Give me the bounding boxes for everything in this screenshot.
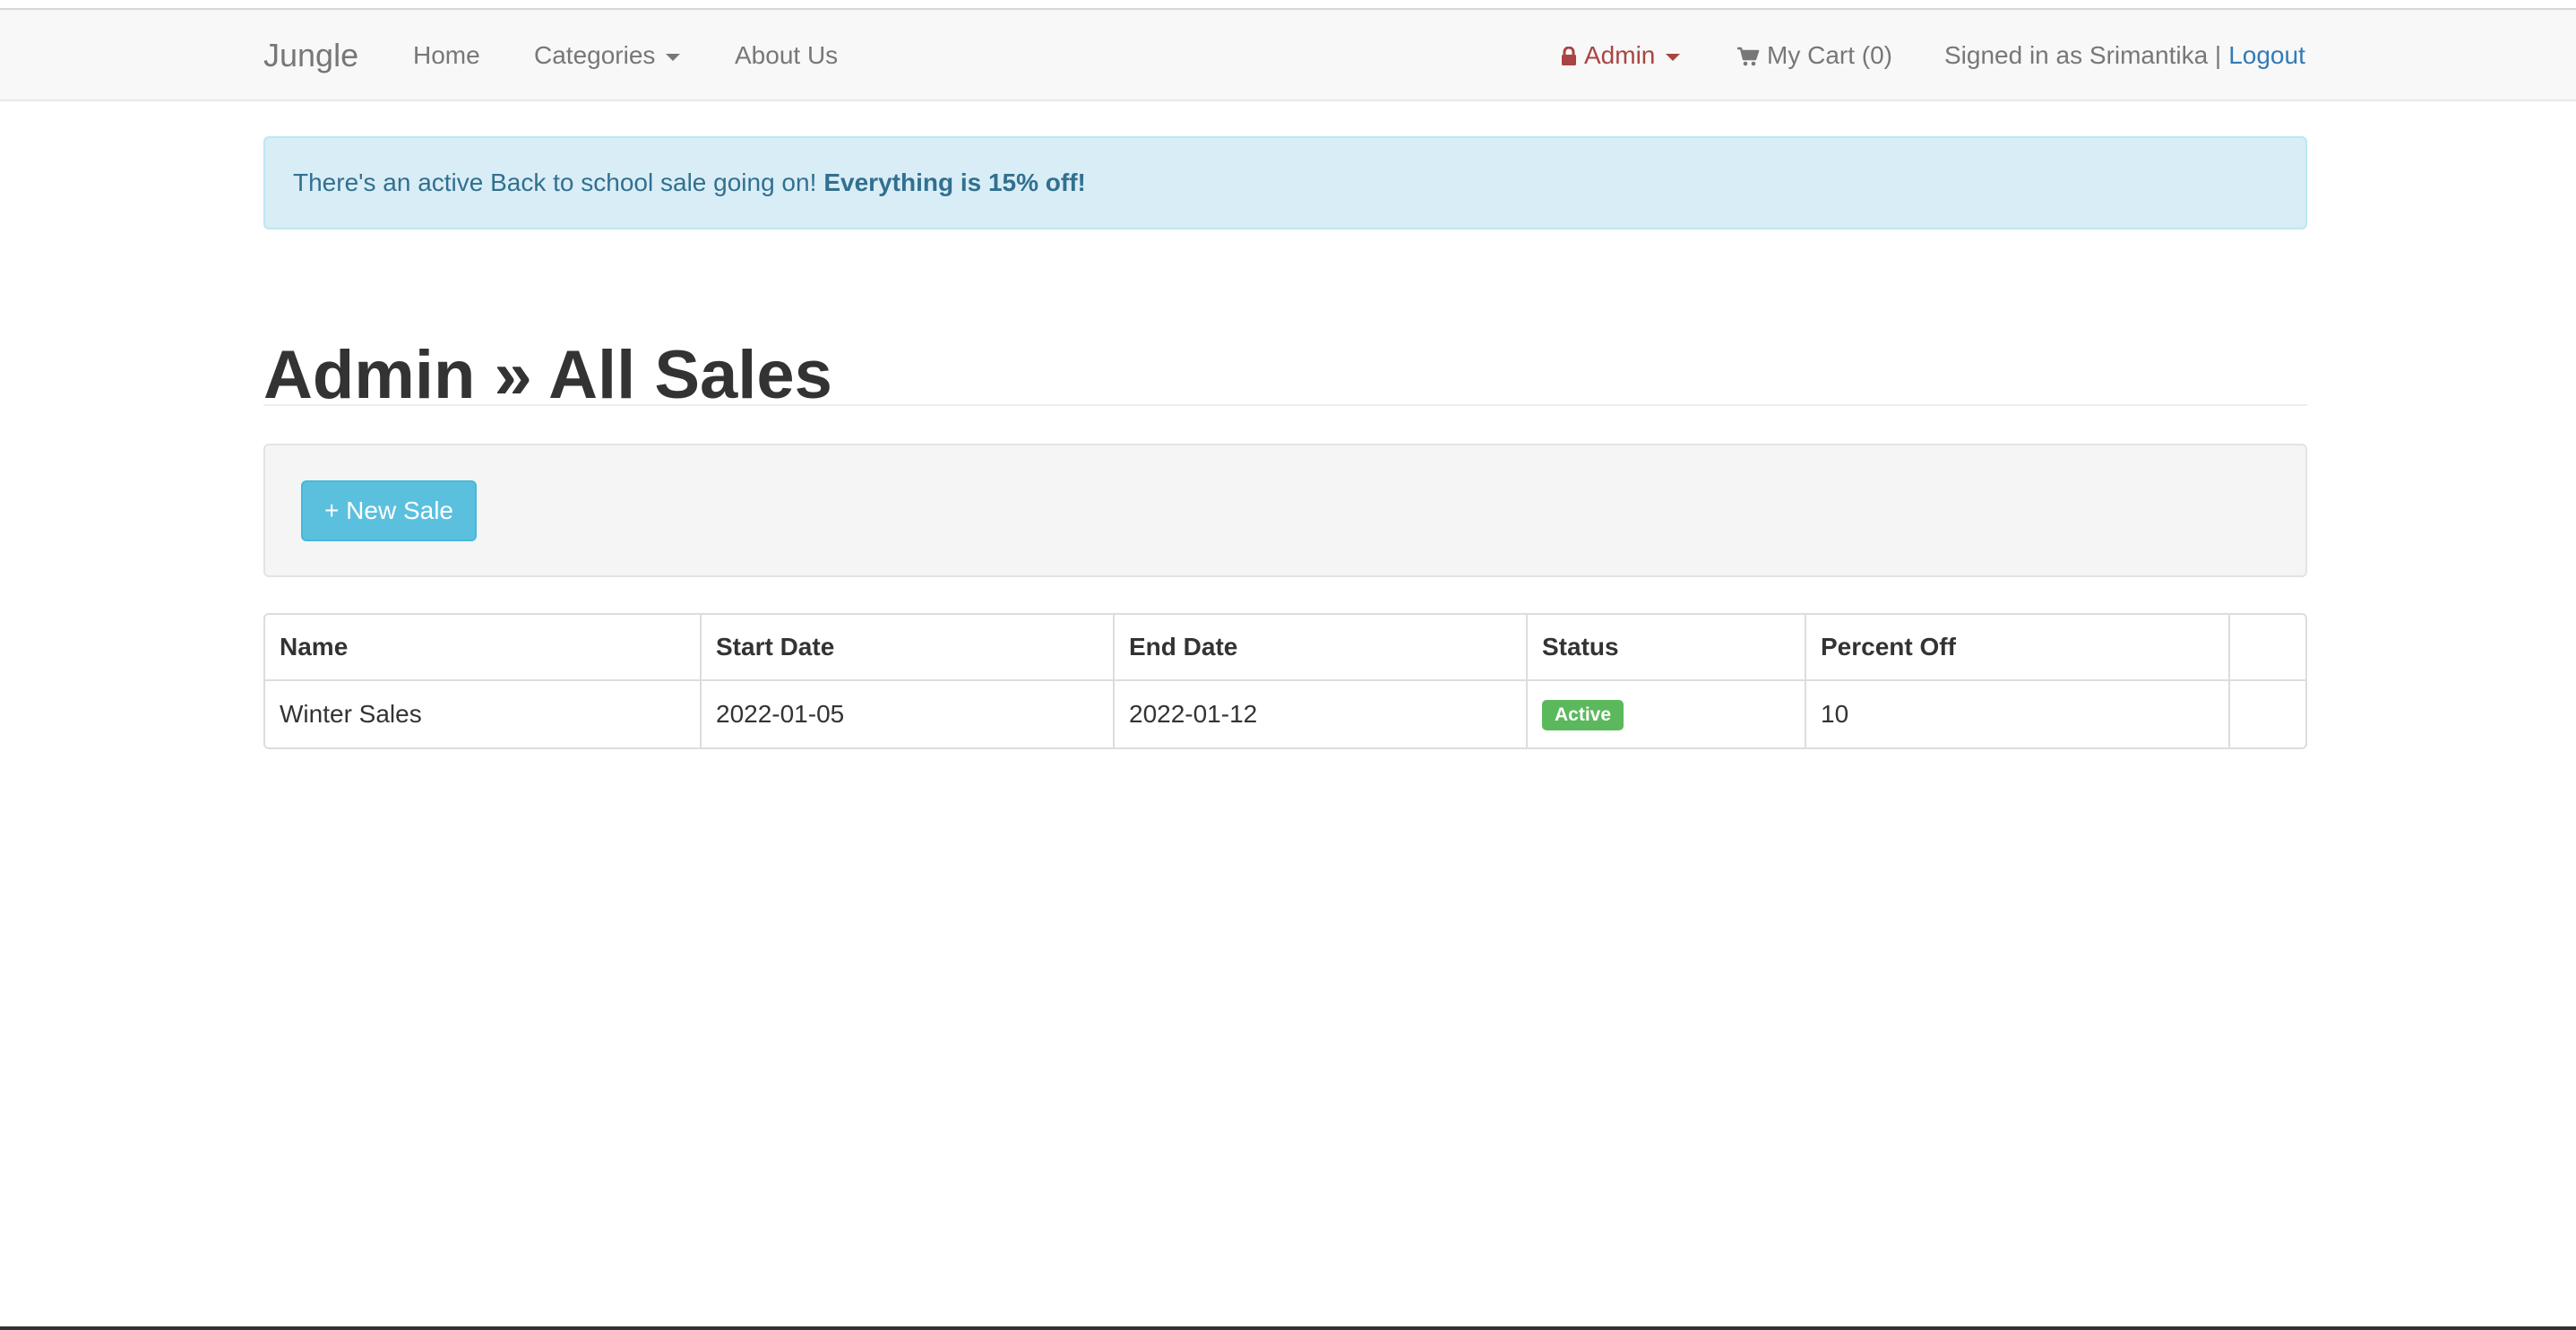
cell-name: Winter Sales [265, 681, 702, 747]
table-header-row: Name Start Date End Date Status Percent … [265, 615, 2305, 681]
header-status: Status [1528, 615, 1806, 681]
sales-table: Name Start Date End Date Status Percent … [263, 613, 2307, 749]
nav-about-link[interactable]: About Us [735, 10, 838, 101]
lock-icon [1562, 47, 1576, 65]
window-bottom-border [0, 1326, 2576, 1330]
cell-start-date: 2022-01-05 [702, 681, 1115, 747]
cell-actions [2230, 681, 2305, 747]
header-actions [2230, 615, 2305, 681]
nav-cart-link[interactable]: My Cart (0) [1736, 10, 1892, 101]
cell-percent-off: 10 [1806, 681, 2230, 747]
new-sale-button[interactable]: + New Sale [301, 480, 477, 541]
sale-alert-text: There's an active Back to school sale go… [293, 168, 817, 196]
sale-alert: There's an active Back to school sale go… [263, 136, 2307, 229]
header-percent-off: Percent Off [1806, 615, 2230, 681]
nav-cart-label: My Cart (0) [1767, 41, 1892, 69]
nav-admin-label: Admin [1584, 41, 1656, 69]
cell-end-date: 2022-01-12 [1115, 681, 1528, 747]
shopping-cart-icon [1737, 47, 1760, 66]
signed-in-status: Signed in as Srimantika | Logout [1944, 10, 2305, 101]
nav-categories-dropdown[interactable]: Categories [534, 10, 681, 101]
caret-down-icon [1666, 54, 1681, 61]
status-badge: Active [1542, 699, 1624, 731]
window-top-border [0, 0, 2576, 10]
brand-link[interactable]: Jungle [263, 10, 358, 101]
title-divider [263, 404, 2307, 406]
page-title: Admin » All Sales [263, 336, 832, 413]
nav-admin-dropdown[interactable]: Admin [1561, 10, 1681, 101]
header-end-date: End Date [1115, 615, 1528, 681]
nav-home-link[interactable]: Home [413, 10, 480, 101]
header-name: Name [265, 615, 702, 681]
navbar: Jungle Home Categories About Us Admin My… [0, 10, 2576, 101]
table-row: Winter Sales 2022-01-05 2022-01-12 Activ… [265, 681, 2305, 747]
logout-link[interactable]: Logout [2228, 41, 2305, 70]
sale-alert-emphasis: Everything is 15% off! [823, 168, 1086, 196]
signed-in-text: Signed in as Srimantika | [1944, 41, 2222, 69]
header-start-date: Start Date [702, 615, 1115, 681]
nav-categories-label: Categories [534, 41, 656, 69]
cell-status: Active [1528, 681, 1806, 747]
actions-panel: + New Sale [263, 444, 2307, 577]
caret-down-icon [666, 54, 681, 61]
